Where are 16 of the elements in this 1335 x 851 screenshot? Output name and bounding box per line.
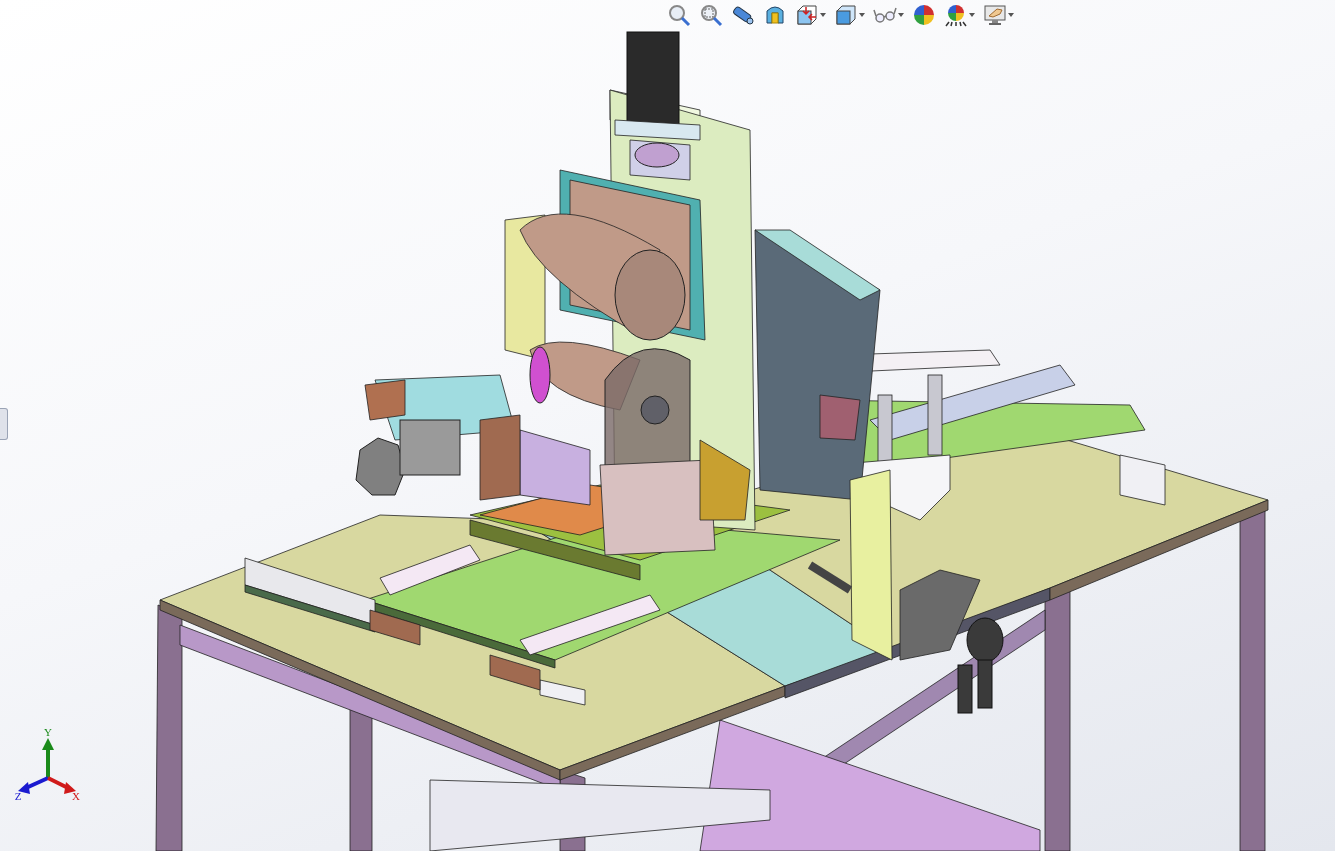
monitor-hand-icon — [982, 3, 1007, 27]
axis-label: Y — [44, 728, 52, 738]
caret-icon — [858, 13, 865, 17]
magnifier-icon — [666, 3, 691, 27]
panel-handle[interactable] — [0, 408, 8, 440]
axis-label: X — [72, 790, 80, 802]
color-sphere-icon — [911, 3, 936, 27]
cube-icon — [833, 3, 858, 27]
caret-icon — [897, 13, 904, 17]
axis-label: Z — [14, 790, 22, 802]
dashed-magnifier-icon — [698, 3, 723, 27]
cube-arrows-icon — [794, 3, 819, 27]
caret-icon — [1007, 13, 1014, 17]
sphere-rays-icon — [943, 3, 968, 27]
caret-icon — [968, 13, 975, 17]
caret-icon — [819, 13, 826, 17]
